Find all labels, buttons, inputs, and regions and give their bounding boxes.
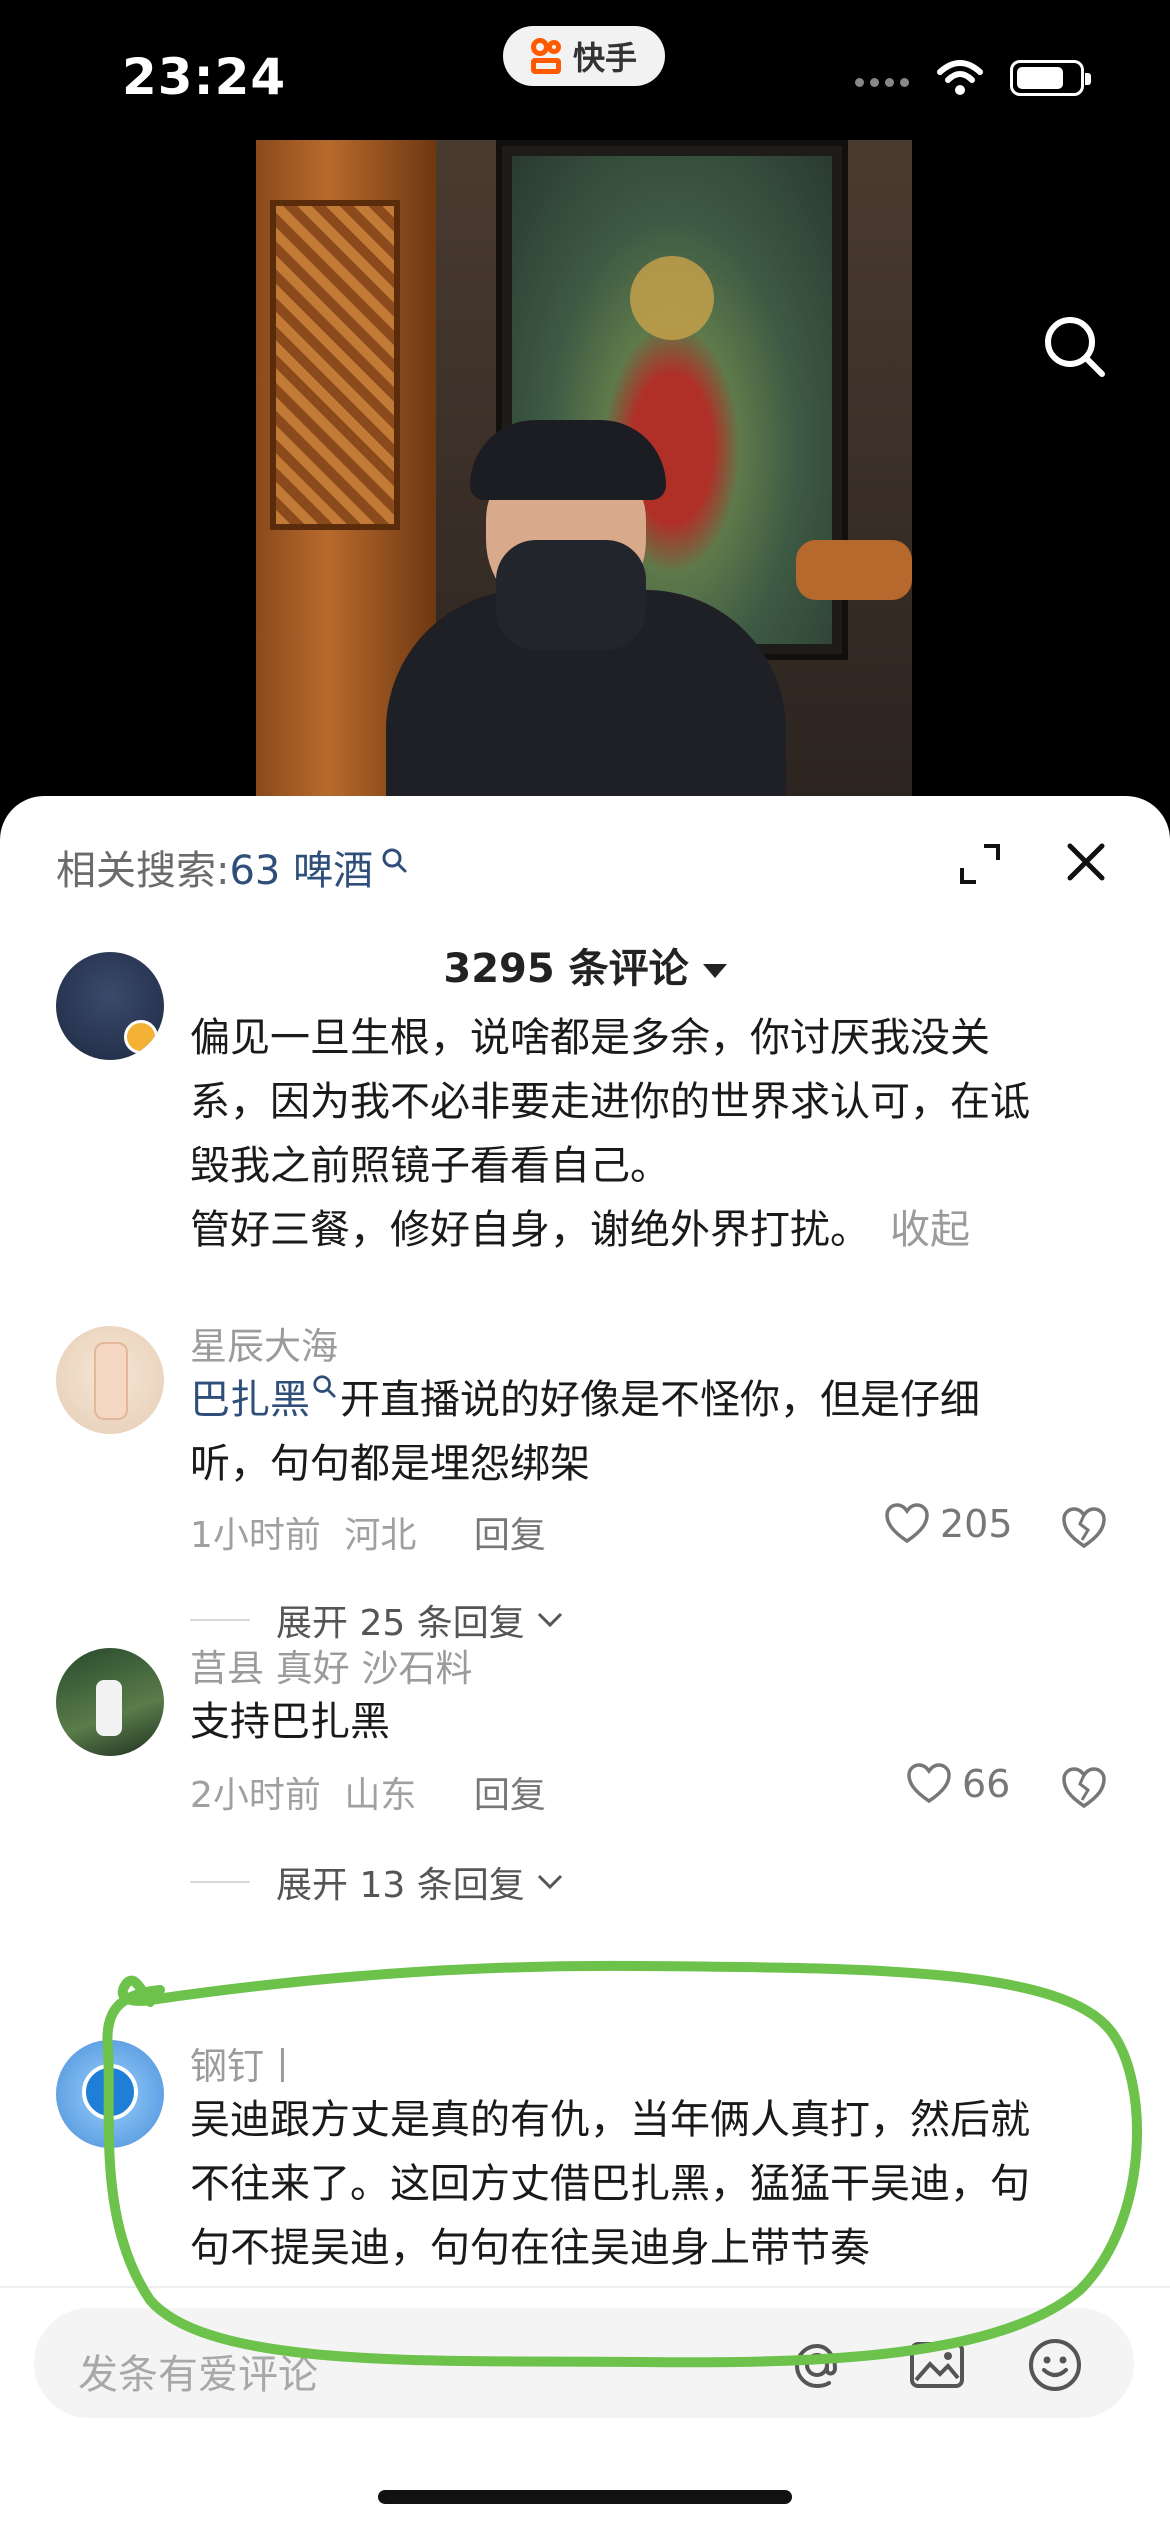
comment-text: 支持巴扎黑 <box>190 1699 390 1745</box>
related-search-label: 相关搜索: <box>56 848 230 894</box>
wifi-icon <box>937 60 983 95</box>
expand-icon[interactable] <box>956 840 1004 888</box>
comment-meta: 2小时前 山东 回复 <box>190 1766 546 1818</box>
expand-replies-button[interactable]: 展开 13 条回复 <box>190 1856 565 1908</box>
collapse-link[interactable]: 收起 <box>890 1207 970 1253</box>
reply-button[interactable]: 回复 <box>474 1515 546 1556</box>
reply-button[interactable]: 回复 <box>474 1775 546 1816</box>
status-bar: 23:24 快手 <box>0 0 1170 140</box>
video-player[interactable] <box>0 140 1170 800</box>
related-search[interactable]: 相关搜索: 63 啤酒 <box>56 838 407 896</box>
broken-heart-icon[interactable] <box>1060 1506 1108 1550</box>
chevron-down-icon <box>537 1874 562 1890</box>
comment-input-bar[interactable]: 发条有爱评论 <box>34 2308 1134 2418</box>
comment-count-dropdown[interactable]: 3295 条评论 <box>0 936 1170 994</box>
caret-down-icon <box>702 964 727 978</box>
kuaishou-logo-icon <box>530 38 565 74</box>
home-indicator[interactable] <box>378 2490 792 2504</box>
search-icon <box>313 1375 336 1398</box>
comment-meta: 1小时前 河北 回复 <box>190 1506 546 1558</box>
battery-icon <box>1010 60 1091 96</box>
chevron-down-icon <box>537 1612 562 1628</box>
comment-input[interactable]: 发条有爱评论 <box>78 2342 318 2400</box>
status-time: 23:24 <box>122 48 287 106</box>
avatar[interactable] <box>56 2040 164 2148</box>
emoji-icon[interactable] <box>1024 2334 1086 2396</box>
heart-icon <box>885 1503 929 1544</box>
comment-text: 巴扎黑 开直播说的好像是不怪你，但是仔细 听，句句都是埋怨绑架 <box>190 1368 1120 1496</box>
at-icon[interactable] <box>786 2334 848 2396</box>
app-name: 快手 <box>572 39 637 77</box>
search-icon[interactable] <box>1040 312 1108 380</box>
comment-location: 山东 <box>344 1775 417 1816</box>
comment-count: 3295 条评论 <box>443 946 689 992</box>
avatar[interactable] <box>56 1648 164 1756</box>
comment-username[interactable]: 星辰大海 <box>190 1316 338 1370</box>
comment-username[interactable]: 莒县 真好 沙石料 <box>190 1638 473 1692</box>
avatar[interactable] <box>56 952 164 1060</box>
avatar[interactable] <box>56 1326 164 1434</box>
broken-heart-icon[interactable] <box>1060 1766 1108 1810</box>
like-button[interactable]: 66 <box>906 1762 1010 1806</box>
app-switch-pill[interactable]: 快手 <box>503 26 665 86</box>
image-icon[interactable] <box>906 2334 968 2396</box>
comment-text: 偏见一旦生根，说啥都是多余，你讨厌我没关 系，因为我不必非要走进你的世界求认可，… <box>190 1015 1030 1253</box>
related-search-keyword[interactable]: 63 啤酒 <box>229 838 373 896</box>
comment-time: 2小时前 <box>190 1775 321 1816</box>
comment-sheet: 相关搜索: 63 啤酒 3295 条评论 偏见一旦生根，说啥都是多余，你讨厌我没… <box>0 796 1170 2532</box>
close-icon[interactable] <box>1064 840 1108 884</box>
signal-dots-icon <box>855 78 909 87</box>
like-count: 66 <box>962 1762 1011 1806</box>
input-divider <box>0 2286 1170 2288</box>
like-count: 205 <box>940 1502 1013 1546</box>
search-icon <box>382 848 407 873</box>
mention-link[interactable]: 巴扎黑 <box>190 1377 310 1423</box>
video-frame[interactable] <box>256 140 912 800</box>
comment-time: 1小时前 <box>190 1515 321 1556</box>
comment-text: 吴迪跟方丈是真的有仇，当年俩人真打，然后就 不往来了。这回方丈借巴扎黑，猛猛干吴… <box>190 2097 1030 2271</box>
comment-username[interactable]: 钢钉丨 <box>190 2036 301 2090</box>
heart-icon <box>907 1763 951 1804</box>
expand-replies-label: 展开 13 条回复 <box>276 1865 525 1906</box>
comment-location: 河北 <box>344 1515 417 1556</box>
like-button[interactable]: 205 <box>884 1502 1013 1546</box>
